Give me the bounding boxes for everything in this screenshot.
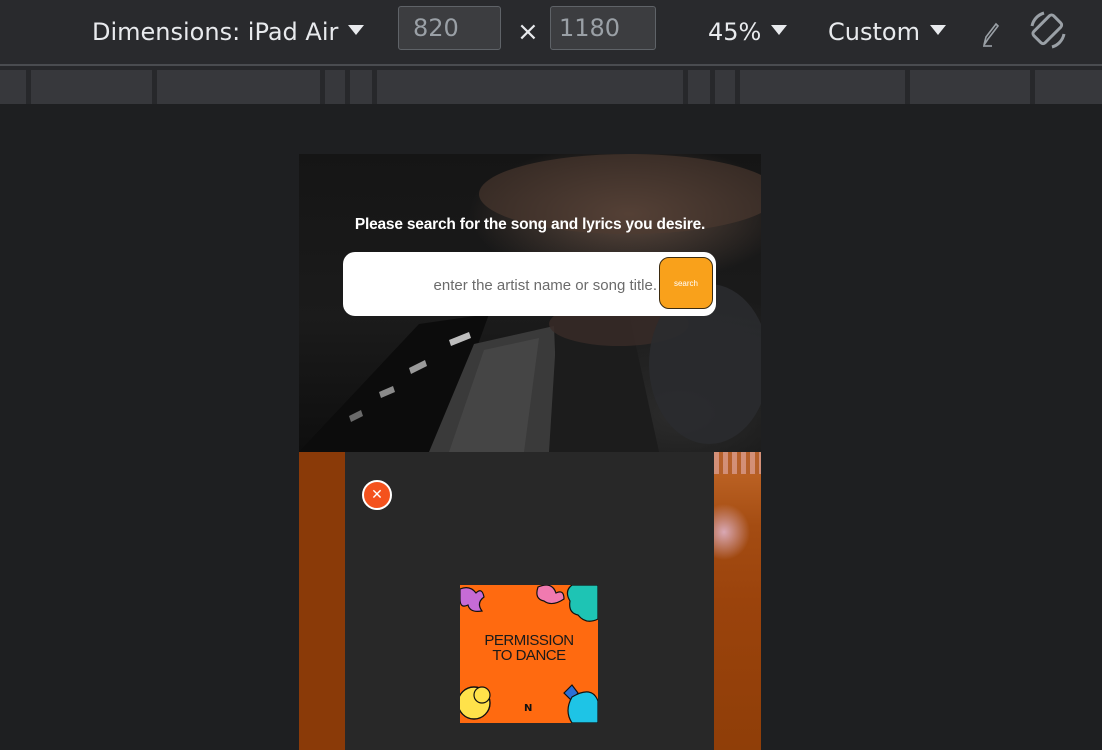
width-input[interactable]: 820: [398, 6, 501, 50]
hero-banner: Please search for the song and lyrics yo…: [299, 154, 761, 452]
media-query-segment[interactable]: [31, 70, 152, 104]
device-toolbar: Dimensions: iPad Air 820 × 1180 45% Cust…: [0, 0, 1102, 66]
throttle-dropdown[interactable]: Custom: [828, 0, 946, 64]
album-title-line2: TO DANCE: [492, 647, 566, 664]
height-input[interactable]: 1180: [550, 6, 656, 50]
album-title-line1: PERMISSION: [484, 632, 574, 649]
media-query-segment[interactable]: [350, 70, 372, 104]
caret-down-icon: [929, 25, 946, 35]
media-query-segment[interactable]: [325, 70, 345, 104]
media-query-segment[interactable]: [910, 70, 1030, 104]
search-box: search: [343, 252, 716, 316]
media-query-segment[interactable]: [377, 70, 683, 104]
hero-title: Please search for the song and lyrics yo…: [354, 216, 706, 233]
media-query-segment[interactable]: [715, 70, 735, 104]
close-icon: ✕: [371, 487, 383, 503]
rotate-icon[interactable]: [1026, 8, 1070, 52]
caret-down-icon: [771, 25, 788, 35]
dimensions-dropdown[interactable]: Dimensions: iPad Air: [92, 0, 365, 64]
band-logo: N: [524, 703, 533, 714]
device-viewport: Please search for the song and lyrics yo…: [299, 154, 761, 750]
album-title: PERMISSION TO DANCE: [460, 633, 598, 663]
pen-icon[interactable]: [980, 18, 1002, 48]
media-query-segment[interactable]: [1035, 70, 1102, 104]
song-modal: ✕ PERMISSION TO DANCE N: [345, 452, 714, 750]
caret-down-icon: [348, 25, 365, 35]
media-query-bar: [0, 66, 1102, 104]
dimensions-label: Dimensions: iPad Air: [92, 18, 339, 46]
media-query-segment[interactable]: [157, 70, 320, 104]
search-input[interactable]: [353, 266, 659, 304]
album-cover[interactable]: PERMISSION TO DANCE N: [460, 585, 598, 723]
background-panel-right: [714, 452, 761, 750]
zoom-dropdown[interactable]: 45%: [708, 0, 788, 64]
background-blob: [714, 502, 761, 562]
media-query-segment[interactable]: [688, 70, 710, 104]
search-button[interactable]: search: [659, 257, 713, 309]
result-section: ✕ PERMISSION TO DANCE N: [299, 452, 761, 750]
close-button[interactable]: ✕: [362, 480, 392, 510]
throttle-label: Custom: [828, 18, 920, 46]
background-pattern: [714, 452, 761, 474]
times-separator: ×: [517, 17, 539, 47]
media-query-segment[interactable]: [740, 70, 905, 104]
zoom-label: 45%: [708, 18, 762, 46]
background-panel-left: [299, 452, 345, 750]
media-query-segment[interactable]: [0, 70, 26, 104]
